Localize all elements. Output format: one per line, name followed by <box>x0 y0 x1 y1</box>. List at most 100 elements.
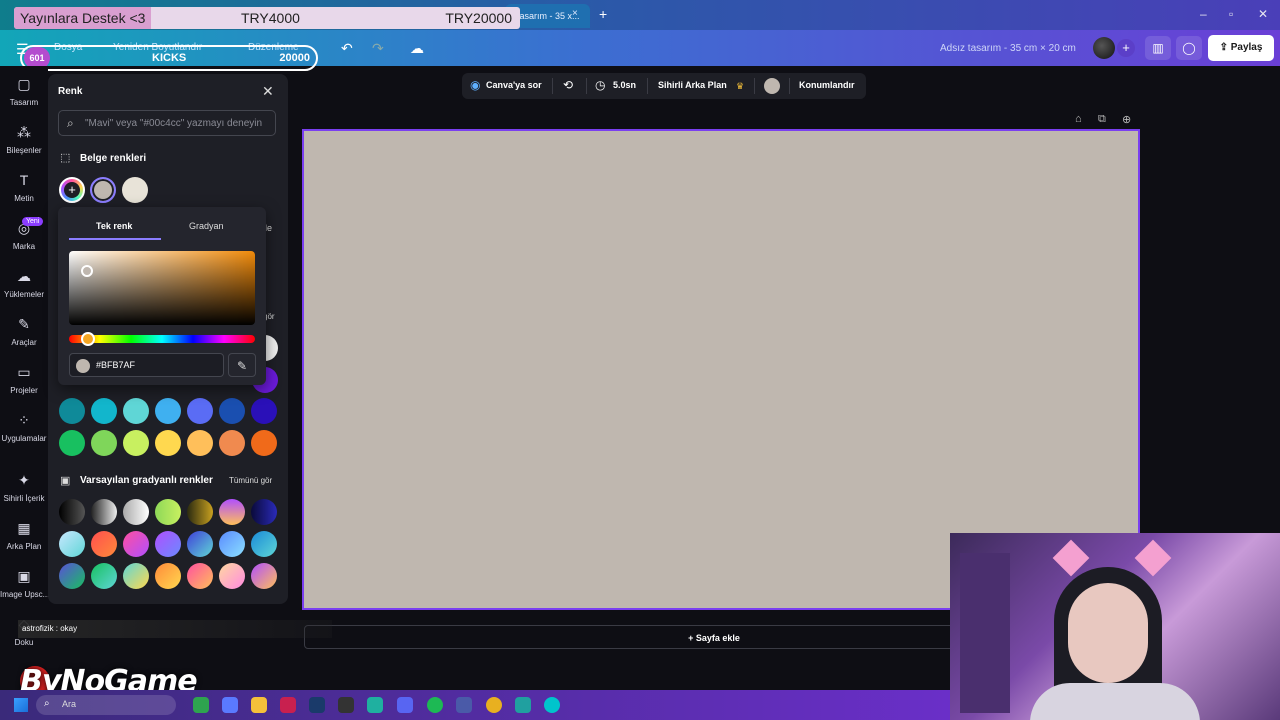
color-swatch[interactable] <box>251 430 277 456</box>
animate-icon[interactable]: ⟲ <box>563 78 573 92</box>
copilot-app-icon[interactable] <box>222 697 238 713</box>
file-explorer-icon[interactable] <box>251 697 267 713</box>
minimize-icon[interactable]: – <box>1200 7 1207 21</box>
hex-input[interactable]: #BFB7AF <box>69 353 224 377</box>
gradient-swatch[interactable] <box>219 531 245 557</box>
gradient-swatch[interactable] <box>187 499 213 525</box>
comment-icon[interactable]: ◯ <box>1176 36 1202 60</box>
color-swatch[interactable] <box>91 398 117 424</box>
color-swatch[interactable] <box>187 398 213 424</box>
document-title[interactable]: Adsız tasarım - 35 cm × 20 cm <box>940 43 1076 54</box>
doc-color-swatch-selected[interactable] <box>90 177 116 203</box>
rail-item[interactable]: ⁂ Bileşenler <box>0 124 48 155</box>
color-swatch[interactable] <box>59 398 85 424</box>
gradient-swatch[interactable] <box>91 531 117 557</box>
share-button[interactable]: ⇪ Paylaş <box>1208 35 1274 61</box>
position-button[interactable]: Konumlandır <box>799 80 855 90</box>
taskbar-search[interactable]: ⌕ Ara <box>36 695 176 715</box>
gradient-swatch[interactable] <box>155 563 181 589</box>
rail-item[interactable]: ▦ Arka Plan <box>0 520 48 551</box>
tab-close-icon[interactable]: × <box>572 8 578 19</box>
add-collaborator-button[interactable]: + <box>1117 39 1135 57</box>
magic-background-button[interactable]: Sihirli Arka Plan <box>658 80 727 90</box>
saturation-knob[interactable] <box>81 265 93 277</box>
saturation-value-area[interactable] <box>69 251 255 325</box>
color-swatch[interactable] <box>219 398 245 424</box>
tab-solid[interactable]: Tek renk <box>96 221 132 231</box>
rail-item[interactable]: ▢ Tasarım <box>0 76 48 107</box>
restore-icon[interactable]: ▫ <box>1229 7 1233 21</box>
gradient-swatch[interactable] <box>187 563 213 589</box>
gradient-swatch[interactable] <box>155 531 181 557</box>
rail-item[interactable]: ▣ Image Upsc... <box>0 568 49 599</box>
palette-icon: ⬚ <box>60 152 71 164</box>
kicks-value: 20000 <box>279 52 310 64</box>
hue-slider-knob[interactable] <box>81 332 95 346</box>
cloud-save-icon[interactable]: ☁ <box>410 40 424 57</box>
lock-icon[interactable]: ⌂ <box>1075 113 1082 125</box>
eyedropper-icon[interactable]: ✎ <box>228 353 256 377</box>
spotify-app-icon[interactable] <box>427 697 443 713</box>
gradient-swatch[interactable] <box>219 563 245 589</box>
doc-color-swatch[interactable] <box>122 177 148 203</box>
gradient-swatch[interactable] <box>123 531 149 557</box>
tab-gradient[interactable]: Gradyan <box>189 221 224 231</box>
gradient-swatch[interactable] <box>187 531 213 557</box>
see-all-link[interactable]: Tümünü gör <box>229 476 272 485</box>
add-color-button[interactable]: + <box>59 177 85 203</box>
gradient-swatch[interactable] <box>251 563 277 589</box>
gradient-swatch[interactable] <box>91 563 117 589</box>
rail-item[interactable]: T Metin <box>0 172 48 203</box>
duplicate-icon[interactable]: ⧉ <box>1098 113 1106 126</box>
rail-item-label: Projeler <box>10 386 38 395</box>
chrome-app-icon[interactable] <box>486 697 502 713</box>
windows-start-icon[interactable] <box>14 698 28 712</box>
xbox-app-icon[interactable] <box>193 697 209 713</box>
rail-item[interactable]: ⁘ Uygulamalar <box>0 412 48 443</box>
color-swatch[interactable] <box>219 430 245 456</box>
app-icon[interactable] <box>515 697 531 713</box>
color-search-input[interactable]: ⌕ "Mavi" veya "#00c4cc" yazmayı deneyin <box>58 110 276 136</box>
rail-item[interactable]: ✎ Araçlar <box>0 316 48 347</box>
close-icon[interactable]: ✕ <box>262 83 274 100</box>
gradient-swatch[interactable] <box>91 499 117 525</box>
gradient-swatch[interactable] <box>59 531 85 557</box>
ask-canva-button[interactable]: Canva'ya sor <box>486 80 542 90</box>
gradient-swatch[interactable] <box>219 499 245 525</box>
canva-app-icon[interactable] <box>544 697 560 713</box>
color-swatch[interactable] <box>155 430 181 456</box>
add-page-icon[interactable]: ⊕ <box>1122 113 1131 126</box>
gradient-swatch[interactable] <box>123 563 149 589</box>
rail-item[interactable]: ▭ Projeler <box>0 364 48 395</box>
gradient-swatch[interactable] <box>59 563 85 589</box>
rail-item[interactable]: ✦ Sihirli İçerik <box>0 472 48 503</box>
color-swatch[interactable] <box>251 398 277 424</box>
gradient-swatch[interactable] <box>123 499 149 525</box>
avatar[interactable] <box>1093 37 1115 59</box>
redo-icon[interactable]: ↷ <box>372 40 384 57</box>
gradient-swatch[interactable] <box>155 499 181 525</box>
gradient-swatch[interactable] <box>251 531 277 557</box>
color-swatch[interactable] <box>91 430 117 456</box>
new-tab-button[interactable]: + <box>599 6 607 22</box>
color-swatch[interactable] <box>59 430 85 456</box>
color-swatch[interactable] <box>123 430 149 456</box>
color-swatch[interactable] <box>187 430 213 456</box>
gradient-swatch[interactable] <box>251 499 277 525</box>
steam-app-icon[interactable] <box>309 697 325 713</box>
opera-app-icon[interactable] <box>280 697 296 713</box>
gradient-swatch[interactable] <box>59 499 85 525</box>
insights-icon[interactable]: ▥ <box>1145 36 1171 60</box>
duration-button[interactable]: 5.0sn <box>613 80 636 90</box>
background-color-swatch[interactable] <box>764 78 780 94</box>
rail-item[interactable]: ☁ Yüklemeler <box>0 268 48 299</box>
color-swatch[interactable] <box>155 398 181 424</box>
undo-icon[interactable]: ↶ <box>341 40 353 57</box>
app-icon[interactable] <box>367 697 383 713</box>
obs-app-icon[interactable] <box>338 697 354 713</box>
discord-app-icon[interactable] <box>397 697 413 713</box>
app-icon[interactable] <box>456 697 472 713</box>
hue-slider[interactable] <box>69 335 255 343</box>
window-close-icon[interactable]: ✕ <box>1258 7 1268 21</box>
color-swatch[interactable] <box>123 398 149 424</box>
